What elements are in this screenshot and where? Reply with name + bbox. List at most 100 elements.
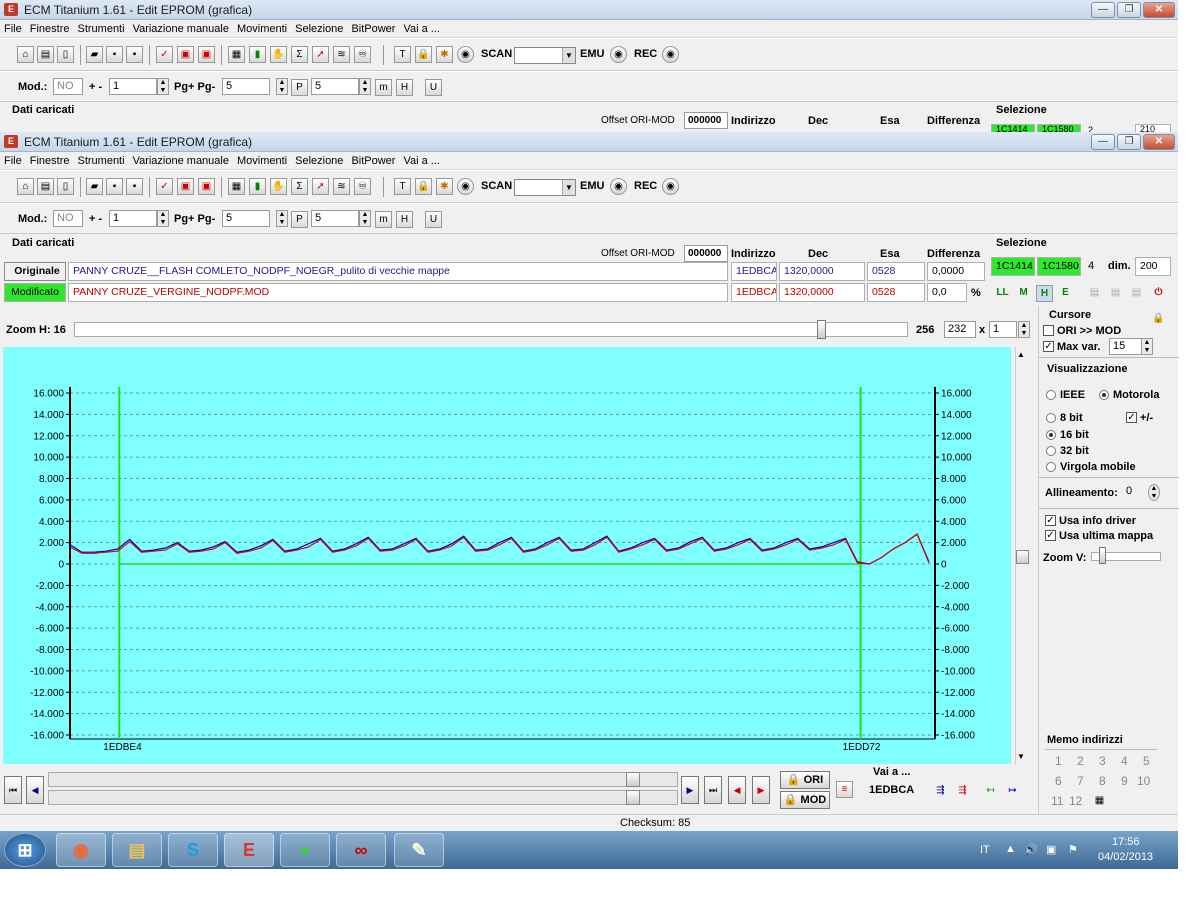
sigma-icon[interactable]: Σ	[291, 178, 308, 195]
mod-button[interactable]: 🔒 MOD	[780, 791, 830, 809]
menu-selezione[interactable]: Selezione	[291, 152, 347, 170]
zoom-value-3[interactable]: 1	[989, 321, 1017, 338]
back-tool2-icon[interactable]: ▣	[198, 46, 215, 63]
back-menu-file[interactable]: File	[0, 20, 26, 38]
back-menu-variazione[interactable]: Variazione manuale	[129, 20, 233, 38]
menu-finestre[interactable]: Finestre	[26, 152, 74, 170]
clock-time[interactable]: 17:56	[1112, 836, 1140, 848]
back-tool-icon[interactable]: ▣	[177, 46, 194, 63]
ori-mod-checkbox[interactable]	[1043, 325, 1054, 336]
ecm-titanium-icon[interactable]: E	[224, 833, 274, 867]
hand-icon[interactable]: ✋	[270, 178, 287, 195]
maxvar-input[interactable]: 15	[1109, 338, 1145, 355]
back-plusminus-input[interactable]: 1	[109, 78, 157, 95]
p-spinner[interactable]: ▲ ▼	[359, 210, 371, 227]
original-address[interactable]: 1EDBCA	[731, 262, 777, 281]
arrow-icon[interactable]: ➚	[312, 178, 329, 195]
back-rec-icon[interactable]: ◉	[662, 46, 679, 63]
arrow-right-icon[interactable]: ↦	[1004, 783, 1021, 800]
pg-input[interactable]: 5	[222, 210, 270, 227]
back-t-icon[interactable]: T	[394, 46, 411, 63]
run-icon[interactable]: ✱	[436, 178, 453, 195]
maxvar-spinner[interactable]: ▲ ▼	[1141, 338, 1153, 355]
align-input[interactable]: 0	[1123, 484, 1147, 501]
back-home-icon[interactable]: ⌂	[17, 46, 34, 63]
ori-button[interactable]: 🔒 ORI	[780, 771, 830, 789]
motorola-radio[interactable]	[1099, 390, 1109, 400]
check-icon[interactable]: ✓	[156, 178, 173, 195]
back-record-icon[interactable]: ◉	[457, 46, 474, 63]
back-run-icon[interactable]: ✱	[436, 46, 453, 63]
next-icon[interactable]: ▶	[681, 776, 699, 804]
last-icon[interactable]: ⏭	[704, 776, 722, 804]
goto-input[interactable]: 1EDBCA	[866, 783, 926, 800]
menu-vaia[interactable]: Vai a ...	[399, 152, 443, 170]
open-folder-icon[interactable]: ▰	[86, 178, 103, 195]
minimize-button[interactable]: —	[1091, 134, 1115, 150]
scroll-up-icon[interactable]: ▲	[1017, 350, 1025, 359]
plusminus-input[interactable]: 1	[109, 210, 157, 227]
start-button[interactable]: ⊞	[4, 833, 46, 867]
binoculars-icon[interactable]: ♾	[354, 178, 371, 195]
goto2-icon[interactable]: ⇶	[954, 783, 971, 800]
tray-expand-icon[interactable]: ▲	[1005, 843, 1016, 855]
h-icon[interactable]: H	[396, 211, 413, 228]
memo-3[interactable]: 3	[1099, 754, 1106, 768]
arrow-left-icon[interactable]: ↤	[982, 783, 999, 800]
paste-icon[interactable]: ▤	[1107, 285, 1124, 302]
plusminus-spinner[interactable]: ▲ ▼	[157, 210, 169, 227]
menu-movimenti[interactable]: Movimenti	[233, 152, 291, 170]
back-minimize-button[interactable]: —	[1091, 2, 1115, 18]
address-list-icon[interactable]: ≡	[836, 781, 853, 798]
back-sigma-icon[interactable]: Σ	[291, 46, 308, 63]
back-saveas-icon[interactable]: ▪	[126, 46, 143, 63]
memo-11[interactable]: 11	[1051, 794, 1063, 808]
maxvar-checkbox[interactable]: ✓	[1043, 341, 1054, 352]
back-scan-combo[interactable]: ▼	[514, 47, 576, 64]
compare-icon[interactable]: ▤	[1128, 285, 1145, 302]
memo-4[interactable]: 4	[1121, 754, 1128, 768]
use-driver-checkbox[interactable]: ✓	[1045, 515, 1056, 526]
back-maximize-button[interactable]: ❐	[1117, 2, 1141, 18]
emu-icon[interactable]: ◉	[610, 178, 627, 195]
hscroll-bottom-thumb[interactable]	[626, 790, 640, 805]
hscroll-top-thumb[interactable]	[626, 772, 640, 787]
back-pg-spinner[interactable]: ▲ ▼	[276, 78, 288, 95]
rec-icon[interactable]: ◉	[662, 178, 679, 195]
back-binoculars-icon[interactable]: ♾	[354, 46, 371, 63]
menu-strumenti[interactable]: Strumenti	[73, 152, 128, 170]
zoom-value-2[interactable]: 232	[944, 321, 976, 338]
maximize-button[interactable]: ❐	[1117, 134, 1141, 150]
volume-icon[interactable]: 🔊	[1024, 843, 1038, 856]
back-mod-input[interactable]: NO	[53, 78, 83, 95]
use-last-checkbox[interactable]: ✓	[1045, 530, 1056, 541]
back-battery-icon[interactable]: ▮	[249, 46, 266, 63]
back-menu-finestre[interactable]: Finestre	[26, 20, 74, 38]
back-windows-icon[interactable]: ▤	[37, 46, 54, 63]
p-input[interactable]: 5	[311, 210, 359, 227]
bit8-radio[interactable]	[1046, 413, 1056, 423]
back-p-spinner[interactable]: ▲ ▼	[359, 78, 371, 95]
language-indicator[interactable]: IT	[980, 844, 990, 856]
road-sign-icon[interactable]: ∞	[336, 833, 386, 867]
paint-icon[interactable]: ✎	[394, 833, 444, 867]
menu-variazione[interactable]: Variazione manuale	[129, 152, 233, 170]
back-chart-icon[interactable]: ≋	[333, 46, 350, 63]
align-spinner[interactable]: ▲ ▼	[1148, 484, 1160, 501]
ieee-radio[interactable]	[1046, 390, 1056, 400]
chrome-icon[interactable]: ◉	[56, 833, 106, 867]
pg-spinner[interactable]: ▲ ▼	[276, 210, 288, 227]
dim-input[interactable]: 200	[1135, 257, 1171, 276]
battery-icon[interactable]: ▮	[249, 178, 266, 195]
back-menu-movimenti[interactable]: Movimenti	[233, 20, 291, 38]
back-lock-icon[interactable]: 🔒	[415, 46, 432, 63]
clock-date[interactable]: 04/02/2013	[1098, 851, 1153, 863]
sel-mid-icon[interactable]: M	[1015, 285, 1032, 302]
memo-6[interactable]: 6	[1055, 774, 1062, 788]
record-icon[interactable]: ◉	[457, 178, 474, 195]
modified-esa[interactable]: 0528	[867, 283, 925, 302]
next-diff-icon[interactable]: ▶	[752, 776, 770, 804]
page-icon[interactable]: ▯	[57, 178, 74, 195]
tool-icon[interactable]: ▣	[177, 178, 194, 195]
sel-left-icon[interactable]: LL	[994, 285, 1011, 302]
